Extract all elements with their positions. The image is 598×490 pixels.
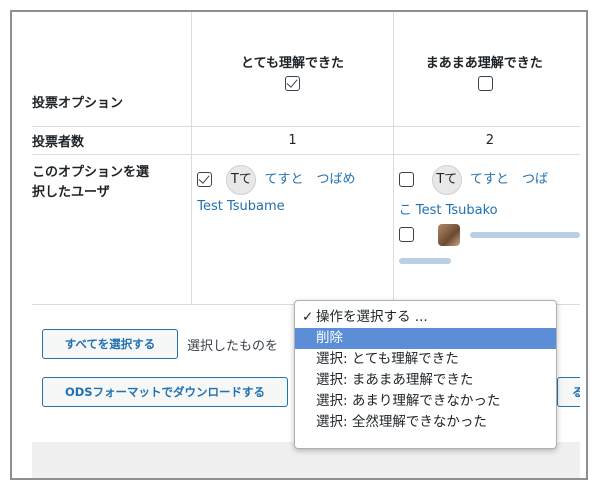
- user-link-name[interactable]: てすと つば: [470, 172, 548, 187]
- user-link-name-cont[interactable]: こ Test Tsubako: [399, 203, 498, 218]
- selected-items-label: 選択したものを: [187, 339, 279, 354]
- option-column-2: まあまあ理解できた: [392, 12, 580, 127]
- blurred-username: [469, 231, 580, 238]
- option-2-users: Tて てすと つば こ Test Tsubako: [392, 154, 580, 305]
- dropdown-option-label: 選択: とても理解できた: [316, 351, 459, 367]
- user-row: Tて てすと つばめ: [197, 164, 392, 195]
- select-all-button[interactable]: すべてを選択する: [42, 329, 178, 359]
- user-row: [398, 223, 580, 246]
- partial-hidden-button[interactable]: る: [557, 377, 580, 407]
- voter-count-1: 1: [191, 126, 394, 155]
- user-row: Tて てすと つば: [398, 164, 580, 195]
- dropdown-option-label: 操作を選択する ...: [316, 309, 428, 325]
- avatar: Tて: [431, 164, 462, 195]
- option-title-1: とても理解できた: [240, 56, 344, 71]
- option-title-2: まあまあ理解できた: [425, 56, 543, 71]
- users-label-cell: このオプションを選 択したユーザ: [32, 154, 192, 305]
- option-column-1: とても理解できた: [191, 12, 394, 127]
- poll-option-header: 投票オプション: [32, 96, 124, 111]
- voter-count-2: 2: [392, 126, 580, 155]
- avatar: Tて: [226, 164, 257, 195]
- users-label-line2: 択したユーザ: [32, 184, 110, 200]
- bulk-action-dropdown-menu[interactable]: ✓ 操作を選択する ... 削除 選択: とても理解できた 選択: まあまあ理解で…: [294, 300, 557, 449]
- dropdown-option-delete[interactable]: 削除: [295, 328, 556, 349]
- users-label-line1: このオプションを選: [32, 164, 150, 180]
- option-1-checkbox[interactable]: [284, 76, 300, 91]
- dropdown-option-label: 削除: [316, 330, 343, 346]
- checkmark-icon: ✓: [302, 309, 314, 325]
- dropdown-option-select-1[interactable]: 選択: とても理解できた: [295, 349, 556, 370]
- user-link-name[interactable]: てすと つばめ: [265, 172, 356, 187]
- dropdown-option-label: 選択: まあまあ理解できた: [316, 372, 474, 388]
- poll-results-table: 投票オプション とても理解できた まあまあ理解できた 投票者数 1 2 このオプ…: [32, 12, 580, 305]
- header-label-cell: 投票オプション: [32, 12, 192, 127]
- dropdown-option-select-3[interactable]: 選択: あまり理解できなかった: [295, 391, 556, 412]
- voter-count-label-cell: 投票者数: [32, 126, 192, 155]
- dropdown-option-choose-action[interactable]: ✓ 操作を選択する ...: [295, 307, 556, 328]
- dropdown-option-label: 選択: 全然理解できなかった: [316, 414, 487, 430]
- dropdown-option-label: 選択: あまり理解できなかった: [316, 393, 501, 409]
- ods-download-button[interactable]: ODSフォーマットでダウンロードする: [42, 377, 288, 407]
- dropdown-option-select-4[interactable]: 選択: 全然理解できなかった: [295, 412, 556, 433]
- option-2-checkbox[interactable]: [477, 76, 493, 91]
- user-checkbox[interactable]: [398, 172, 414, 187]
- user-link-name-cont[interactable]: Test Tsubame: [197, 199, 284, 214]
- user-checkbox[interactable]: [197, 172, 213, 187]
- option-1-users: Tて てすと つばめ Test Tsubame: [191, 154, 394, 305]
- blurred-username: [398, 258, 451, 264]
- dropdown-option-select-2[interactable]: 選択: まあまあ理解できた: [295, 370, 556, 391]
- user-checkbox[interactable]: [398, 227, 414, 242]
- voter-count-label: 投票者数: [32, 134, 85, 150]
- avatar-image: [437, 223, 460, 246]
